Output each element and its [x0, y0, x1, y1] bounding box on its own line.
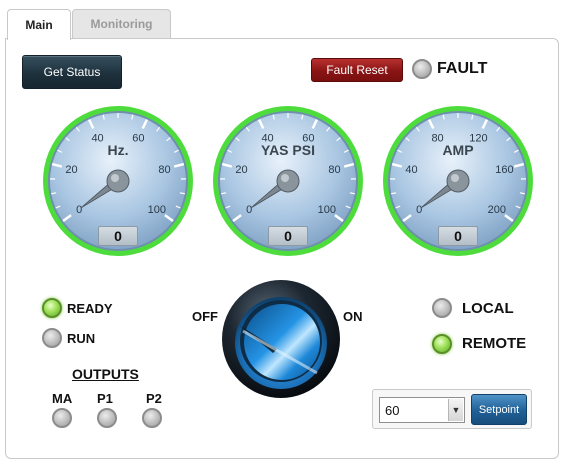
run-indicator-lamp	[42, 328, 62, 348]
gauge-hz-value: 0	[98, 226, 138, 246]
gauge-tick-label: 200	[488, 204, 506, 216]
ready-indicator-lamp	[42, 298, 62, 318]
gauge-tick-label: 80	[328, 164, 340, 176]
get-status-button[interactable]: Get Status	[22, 55, 122, 89]
setpoint-selected-value: 60	[385, 402, 400, 418]
gauge-tick-label: 20	[65, 164, 77, 176]
gauge-tick-label: 100	[148, 204, 166, 216]
gauge-tick-label: 0	[416, 204, 422, 216]
off-on-selector-knob[interactable]	[221, 279, 341, 399]
run-label: RUN	[67, 331, 96, 346]
gauge-psi-name: YAS PSI	[261, 142, 315, 158]
output-ma-lamp	[52, 408, 72, 428]
ready-label: READY	[67, 301, 113, 316]
output-p1-lamp	[97, 408, 117, 428]
output-p2-label: P2	[146, 391, 162, 406]
gauge-tick-label: 0	[76, 204, 82, 216]
output-ma-label: MA	[52, 391, 73, 406]
setpoint-button[interactable]: Setpoint	[471, 394, 527, 425]
gauge-tick-label: 160	[495, 164, 513, 176]
fault-reset-button[interactable]: Fault Reset	[311, 58, 403, 82]
outputs-title: OUTPUTS	[72, 366, 139, 382]
gauge-tick-label: 40	[405, 164, 417, 176]
gauge-amp-value: 0	[438, 226, 478, 246]
tab-monitoring[interactable]: Monitoring	[72, 9, 171, 38]
local-indicator-lamp	[432, 298, 452, 318]
switch-off-label: OFF	[192, 309, 218, 324]
fault-label: FAULT	[437, 60, 488, 77]
output-p1-label: P1	[97, 391, 113, 406]
local-label: LOCAL	[462, 300, 514, 317]
gauge-hz: 0 20 40 60 80 100 Hz. 0	[42, 105, 194, 257]
output-p2-lamp	[142, 408, 162, 428]
switch-on-label: ON	[343, 309, 363, 324]
gauge-tick-label: 20	[235, 164, 247, 176]
gauge-amp-name: AMP	[442, 142, 474, 158]
gauge-needle-hub	[446, 169, 470, 193]
gauge-amp: 0 40 80 120 160 200 AMP 0	[382, 105, 534, 257]
gauge-hz-name: Hz.	[107, 142, 129, 158]
dropdown-arrow-icon[interactable]: ▼	[448, 399, 463, 421]
tab-main[interactable]: Main	[7, 9, 71, 40]
gauge-tick-label: 100	[318, 204, 336, 216]
gauge-psi-value: 0	[268, 226, 308, 246]
gauge-tick-label: 0	[246, 204, 252, 216]
remote-label: REMOTE	[462, 335, 527, 352]
setpoint-select[interactable]: 60 ▼	[379, 397, 465, 423]
gauge-psi: 0 20 40 60 80 100 YAS PSI 0	[212, 105, 364, 257]
fault-indicator-lamp	[412, 59, 432, 79]
remote-indicator-lamp	[432, 334, 452, 354]
gauge-needle-hub	[106, 169, 130, 193]
gauge-tick-label: 80	[158, 164, 170, 176]
gauge-needle-hub	[276, 169, 300, 193]
setpoint-panel: 60 ▼ Setpoint	[372, 389, 532, 429]
